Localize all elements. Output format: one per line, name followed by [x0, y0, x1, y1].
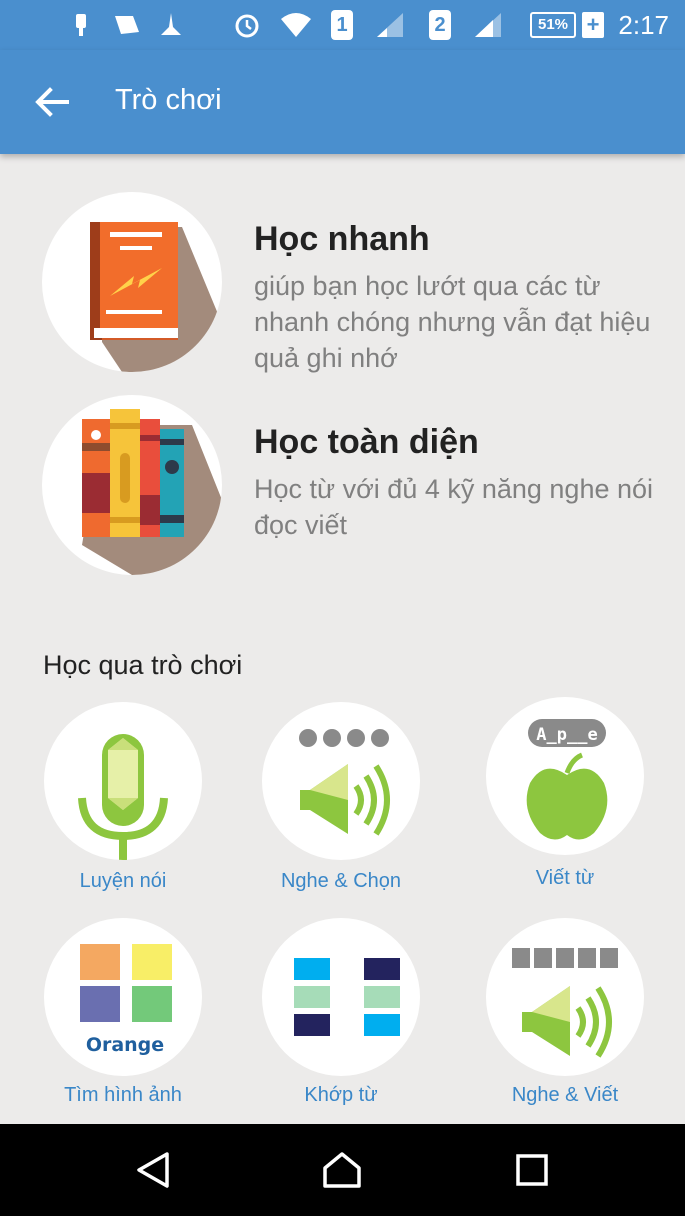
- app-bar: Trò chơi: [0, 50, 685, 154]
- back-triangle-icon: [137, 1152, 169, 1188]
- game-find-image[interactable]: Orange Tìm hình ảnh: [38, 918, 208, 1118]
- game-match-words[interactable]: Khớp từ: [256, 918, 426, 1118]
- home-icon: [323, 1152, 361, 1188]
- book-icon: [42, 192, 222, 372]
- recents-icon: [516, 1154, 548, 1186]
- nav-home-button[interactable]: [302, 1144, 382, 1196]
- game-listen-choose[interactable]: Nghe & Chọn: [256, 702, 426, 902]
- notification-icon: [156, 8, 186, 42]
- status-bar: 1 2 51% + 2:17: [0, 0, 685, 50]
- back-button[interactable]: [24, 80, 80, 124]
- game-label: Viết từ: [535, 867, 595, 889]
- wifi-icon: [278, 8, 314, 42]
- battery-icon: 51%: [530, 12, 576, 38]
- navigation-bar: [0, 1124, 685, 1216]
- mode-quick-learn[interactable]: Học nhanh giúp bạn học lướt qua các từ n…: [42, 192, 650, 373]
- game-label: Tìm hình ảnh: [64, 1084, 182, 1106]
- speaker-icon: [262, 702, 420, 860]
- mode-title: Học toàn diện: [254, 423, 479, 461]
- mode-description: Học từ với đủ 4 kỹ năng nghe nói đọc viế…: [254, 474, 654, 540]
- apple-icon: A_p__e: [486, 697, 644, 855]
- sim1-badge: 1: [330, 8, 354, 42]
- sd-card-icon: [110, 8, 142, 42]
- game-listen-write[interactable]: Nghe & Viết: [480, 918, 650, 1118]
- nav-back-button[interactable]: [113, 1144, 193, 1196]
- page-title: Trò chơi: [115, 84, 222, 116]
- game-write-word[interactable]: A_p__e Viết từ: [480, 697, 650, 897]
- target-word: Orange: [86, 1034, 164, 1056]
- game-speaking[interactable]: Luyện nói: [38, 702, 208, 902]
- mode-description: giúp bạn học lướt qua các từ nhanh chóng…: [254, 271, 651, 373]
- clock: 2:17: [618, 10, 669, 40]
- sim2-badge: 2: [428, 8, 452, 42]
- game-label: Nghe & Chọn: [280, 870, 402, 892]
- color-squares-icon: Orange: [44, 918, 202, 1076]
- signal-icon: [472, 8, 504, 42]
- section-title: Học qua trò chơi: [43, 650, 243, 680]
- alarm-icon: [232, 8, 262, 42]
- speaker-icon: [486, 918, 644, 1076]
- match-squares-icon: [262, 918, 420, 1076]
- game-label: Luyện nói: [79, 870, 167, 892]
- nav-recents-button[interactable]: [492, 1144, 572, 1196]
- game-label: Nghe & Viết: [511, 1084, 619, 1106]
- charging-icon: +: [582, 12, 604, 38]
- arrow-left-icon: [35, 87, 69, 117]
- mode-comprehensive[interactable]: Học toàn diện Học từ với đủ 4 kỹ năng ng…: [42, 395, 653, 575]
- game-label: Khớp từ: [304, 1084, 378, 1106]
- signal-icon: [374, 8, 406, 42]
- usb-icon: [70, 8, 92, 42]
- microphone-icon: [44, 702, 202, 860]
- mode-title: Học nhanh: [254, 220, 430, 258]
- word-badge: A_p__e: [536, 725, 597, 745]
- books-icon: [42, 395, 222, 575]
